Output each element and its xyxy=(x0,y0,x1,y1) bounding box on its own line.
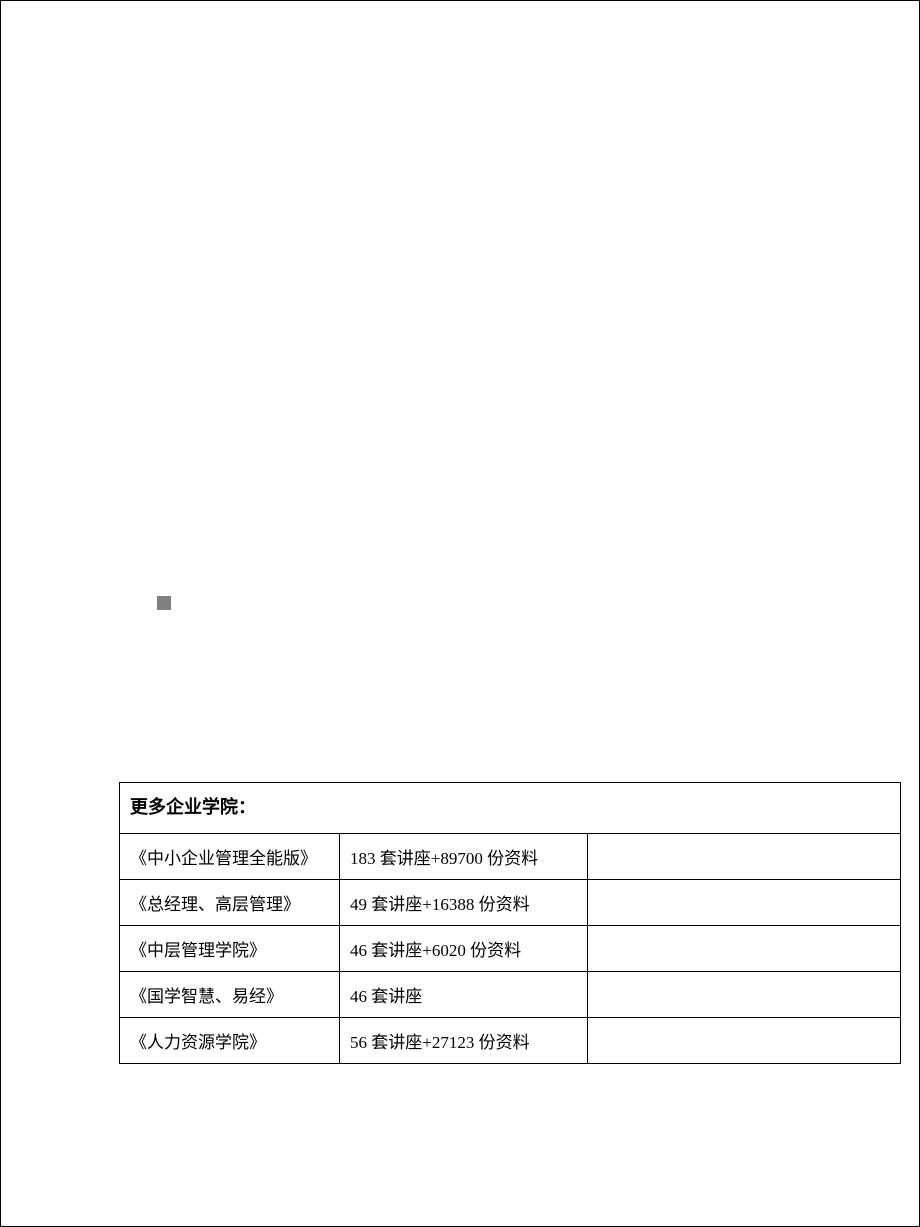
course-name: 《总经理、高层管理》 xyxy=(120,880,340,926)
course-detail: 46 套讲座+6020 份资料 xyxy=(340,926,588,972)
table-row: 《中小企业管理全能版》 183 套讲座+89700 份资料 xyxy=(120,834,901,880)
table-header-row: 更多企业学院： xyxy=(120,783,901,834)
course-extra xyxy=(588,1018,901,1064)
table-row: 《国学智慧、易经》 46 套讲座 xyxy=(120,972,901,1018)
course-detail: 49 套讲座+16388 份资料 xyxy=(340,880,588,926)
table-header: 更多企业学院： xyxy=(120,783,901,834)
course-detail: 183 套讲座+89700 份资料 xyxy=(340,834,588,880)
course-detail: 56 套讲座+27123 份资料 xyxy=(340,1018,588,1064)
course-detail: 46 套讲座 xyxy=(340,972,588,1018)
bullet-square-icon xyxy=(157,596,171,610)
course-name: 《中层管理学院》 xyxy=(120,926,340,972)
table-row: 《总经理、高层管理》 49 套讲座+16388 份资料 xyxy=(120,880,901,926)
document-page: 更多企业学院： 《中小企业管理全能版》 183 套讲座+89700 份资料 《总… xyxy=(0,0,920,1227)
course-table: 更多企业学院： 《中小企业管理全能版》 183 套讲座+89700 份资料 《总… xyxy=(119,782,901,1064)
course-extra xyxy=(588,926,901,972)
course-extra xyxy=(588,834,901,880)
course-name: 《中小企业管理全能版》 xyxy=(120,834,340,880)
course-name: 《人力资源学院》 xyxy=(120,1018,340,1064)
table-row: 《中层管理学院》 46 套讲座+6020 份资料 xyxy=(120,926,901,972)
course-name: 《国学智慧、易经》 xyxy=(120,972,340,1018)
course-extra xyxy=(588,880,901,926)
table-row: 《人力资源学院》 56 套讲座+27123 份资料 xyxy=(120,1018,901,1064)
course-extra xyxy=(588,972,901,1018)
